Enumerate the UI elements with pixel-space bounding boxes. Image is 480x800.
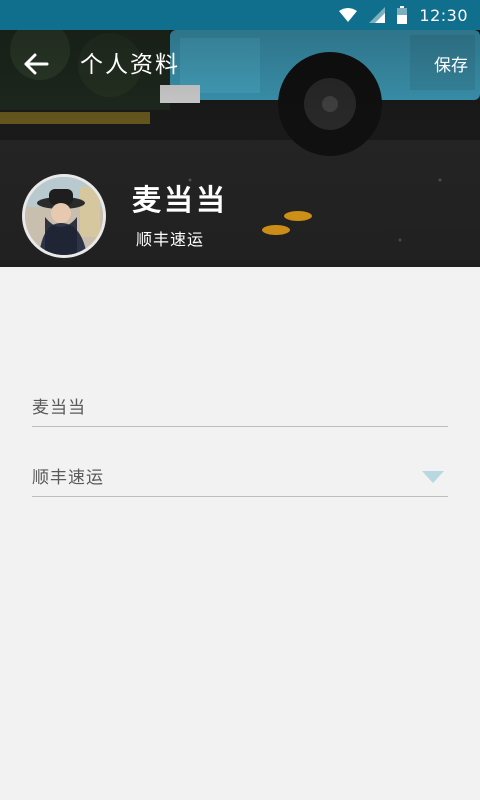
name-field[interactable]: 麦当当 xyxy=(32,390,448,427)
name-field-value: 麦当当 xyxy=(32,398,86,418)
cell-signal-icon xyxy=(369,7,386,23)
wifi-icon xyxy=(339,8,358,22)
profile-form: 麦当当 顺丰速运 xyxy=(32,390,448,497)
company-select-value: 顺丰速运 xyxy=(32,468,104,488)
battery-icon xyxy=(397,6,408,24)
company-select[interactable]: 顺丰速运 xyxy=(32,460,448,497)
save-button[interactable]: 保存 xyxy=(434,52,468,80)
profile-header: 个人资料 保存 麦当当 顺丰速运 xyxy=(0,30,480,267)
triangle-down-icon[interactable] xyxy=(422,471,444,483)
status-time: 12:30 xyxy=(419,5,468,25)
toolbar: 个人资料 保存 xyxy=(0,30,480,100)
avatar[interactable] xyxy=(22,174,106,258)
page-title: 个人资料 xyxy=(80,52,180,78)
status-bar: 12:30 xyxy=(0,0,480,30)
back-button[interactable] xyxy=(16,48,56,84)
arrow-left-icon xyxy=(23,53,49,79)
profile-company: 顺丰速运 xyxy=(136,230,205,249)
profile-name: 麦当当 xyxy=(132,183,229,217)
